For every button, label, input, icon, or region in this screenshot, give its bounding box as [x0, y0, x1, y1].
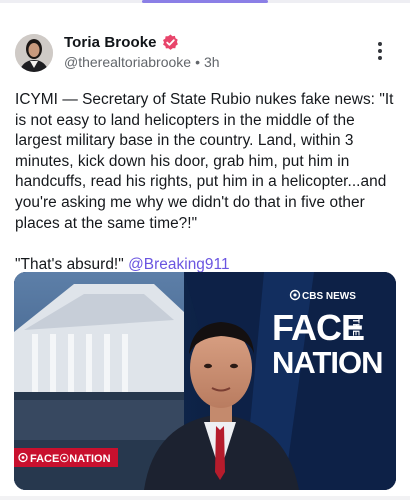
more-options-icon[interactable]	[374, 42, 386, 64]
author-meta: @therealtoriabrooke • 3h	[64, 54, 220, 70]
mention-link[interactable]: @Breaking911	[128, 256, 230, 273]
post-time[interactable]: 3h	[204, 54, 220, 70]
lower-third-banner: FACE☉NATION	[30, 453, 111, 465]
avatar[interactable]	[15, 34, 53, 72]
verified-badge-icon	[162, 34, 179, 51]
show-title-the: THE	[351, 318, 361, 336]
show-title-face: FACE	[272, 307, 364, 348]
active-tab-indicator	[142, 0, 268, 3]
media-scene: CBS NEWS FACE THE NATION FACE☉NATION	[14, 272, 396, 490]
cbs-news-logo: CBS NEWS	[302, 291, 356, 302]
author-display-name[interactable]: Toria Brooke	[64, 34, 157, 51]
bottom-divider	[0, 496, 410, 500]
author-handle[interactable]: @therealtoriabrooke	[64, 54, 191, 70]
post-body: ICYMI — Secretary of State Rubio nukes f…	[15, 90, 399, 275]
post-text: ICYMI — Secretary of State Rubio nukes f…	[15, 91, 394, 273]
meta-separator: •	[195, 54, 200, 70]
show-title-nation: NATION	[272, 345, 383, 380]
author-name-row: Toria Brooke	[64, 34, 179, 51]
post-media-image[interactable]: CBS NEWS FACE THE NATION FACE☉NATION	[14, 272, 396, 490]
